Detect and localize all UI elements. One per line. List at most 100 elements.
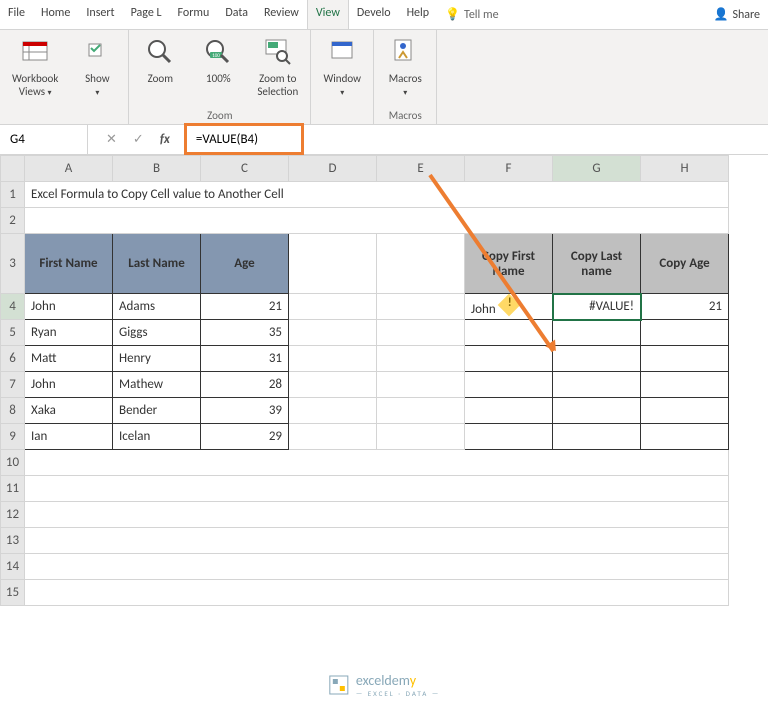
tab-review[interactable]: Review <box>256 0 307 29</box>
cell-F7[interactable] <box>465 372 553 398</box>
tab-help[interactable]: Help <box>399 0 438 29</box>
cell-A7[interactable]: John <box>25 372 113 398</box>
col-H[interactable]: H <box>641 156 729 182</box>
cell-C8[interactable]: 39 <box>201 398 289 424</box>
cell[interactable] <box>377 234 465 294</box>
cell-G5[interactable] <box>553 320 641 346</box>
cell-G6[interactable] <box>553 346 641 372</box>
cell-G7[interactable] <box>553 372 641 398</box>
cell-A4[interactable]: John <box>25 294 113 320</box>
tab-view[interactable]: View <box>307 0 349 29</box>
tab-file[interactable]: File <box>0 0 33 29</box>
cell[interactable] <box>377 346 465 372</box>
row-12[interactable]: 12 <box>1 502 25 528</box>
cell-H5[interactable] <box>641 320 729 346</box>
cell[interactable] <box>289 372 377 398</box>
cell[interactable] <box>289 294 377 320</box>
tab-home[interactable]: Home <box>33 0 78 29</box>
row-10[interactable]: 10 <box>1 450 25 476</box>
cell[interactable] <box>25 502 729 528</box>
cell-H8[interactable] <box>641 398 729 424</box>
cell-G4-selected[interactable]: #VALUE! <box>553 294 641 320</box>
cell[interactable] <box>377 372 465 398</box>
tab-formulas[interactable]: Formu <box>170 0 218 29</box>
cell-C7[interactable]: 28 <box>201 372 289 398</box>
cell[interactable] <box>377 398 465 424</box>
row-8[interactable]: 8 <box>1 398 25 424</box>
worksheet[interactable]: A B C D E F G H 1Excel Formula to Copy C… <box>0 155 768 606</box>
cell-B5[interactable]: Giggs <box>113 320 201 346</box>
cell-H4[interactable]: 21 <box>641 294 729 320</box>
cell-G9[interactable] <box>553 424 641 450</box>
cell-F4[interactable]: John <box>465 294 553 320</box>
row-9[interactable]: 9 <box>1 424 25 450</box>
cell-C5[interactable]: 35 <box>201 320 289 346</box>
tab-page-layout[interactable]: Page L <box>123 0 170 29</box>
title-cell[interactable]: Excel Formula to Copy Cell value to Anot… <box>25 182 729 208</box>
col-A[interactable]: A <box>25 156 113 182</box>
cell-G8[interactable] <box>553 398 641 424</box>
zoom-selection-button[interactable]: Zoom to Selection <box>253 34 302 100</box>
row-13[interactable]: 13 <box>1 528 25 554</box>
cell[interactable] <box>289 346 377 372</box>
cell[interactable] <box>25 528 729 554</box>
row-5[interactable]: 5 <box>1 320 25 346</box>
header-copy-age[interactable]: Copy Age <box>641 234 729 294</box>
cell-C9[interactable]: 29 <box>201 424 289 450</box>
cell[interactable] <box>25 450 729 476</box>
cell-F8[interactable] <box>465 398 553 424</box>
cell-B6[interactable]: Henry <box>113 346 201 372</box>
cell-B7[interactable]: Mathew <box>113 372 201 398</box>
cell[interactable] <box>289 320 377 346</box>
row-15[interactable]: 15 <box>1 580 25 606</box>
show-button[interactable]: Show▾ <box>74 34 120 100</box>
col-E[interactable]: E <box>377 156 465 182</box>
row-1[interactable]: 1 <box>1 182 25 208</box>
cell-H6[interactable] <box>641 346 729 372</box>
cell-F9[interactable] <box>465 424 553 450</box>
cell[interactable] <box>289 234 377 294</box>
row-7[interactable]: 7 <box>1 372 25 398</box>
header-copy-last[interactable]: Copy Last name <box>553 234 641 294</box>
col-G[interactable]: G <box>553 156 641 182</box>
header-age[interactable]: Age <box>201 234 289 294</box>
cell-A5[interactable]: Ryan <box>25 320 113 346</box>
row-4[interactable]: 4 <box>1 294 25 320</box>
cell[interactable] <box>25 476 729 502</box>
name-box[interactable]: G4 <box>0 125 88 154</box>
row-14[interactable]: 14 <box>1 554 25 580</box>
zoom-100-button[interactable]: 100 100% <box>195 34 241 87</box>
enter-formula-icon[interactable]: ✓ <box>133 132 144 147</box>
cell[interactable] <box>25 580 729 606</box>
select-all[interactable] <box>1 156 25 182</box>
row-2[interactable]: 2 <box>1 208 25 234</box>
header-first-name[interactable]: First Name <box>25 234 113 294</box>
cell-B9[interactable]: Icelan <box>113 424 201 450</box>
macros-button[interactable]: Macros▾ <box>382 34 428 100</box>
cell-A6[interactable]: Matt <box>25 346 113 372</box>
cell-B4[interactable]: Adams <box>113 294 201 320</box>
cell[interactable] <box>377 294 465 320</box>
cell-C4[interactable]: 21 <box>201 294 289 320</box>
tab-data[interactable]: Data <box>217 0 256 29</box>
tab-insert[interactable]: Insert <box>78 0 122 29</box>
cell-H9[interactable] <box>641 424 729 450</box>
cell-F6[interactable] <box>465 346 553 372</box>
header-last-name[interactable]: Last Name <box>113 234 201 294</box>
cell-A8[interactable]: Xaka <box>25 398 113 424</box>
cell-A9[interactable]: Ian <box>25 424 113 450</box>
tell-me[interactable]: 💡Tell me <box>437 0 506 29</box>
col-D[interactable]: D <box>289 156 377 182</box>
cell[interactable] <box>377 320 465 346</box>
window-button[interactable]: Window▾ <box>319 34 365 100</box>
row-3[interactable]: 3 <box>1 234 25 294</box>
row-6[interactable]: 6 <box>1 346 25 372</box>
cancel-formula-icon[interactable]: ✕ <box>106 132 117 147</box>
zoom-button[interactable]: Zoom <box>137 34 183 87</box>
cell-B8[interactable]: Bender <box>113 398 201 424</box>
fx-icon[interactable]: fx <box>160 132 170 147</box>
cell[interactable] <box>25 208 729 234</box>
cell[interactable] <box>289 398 377 424</box>
share-button[interactable]: 👤Share <box>705 0 768 29</box>
cell[interactable] <box>289 424 377 450</box>
